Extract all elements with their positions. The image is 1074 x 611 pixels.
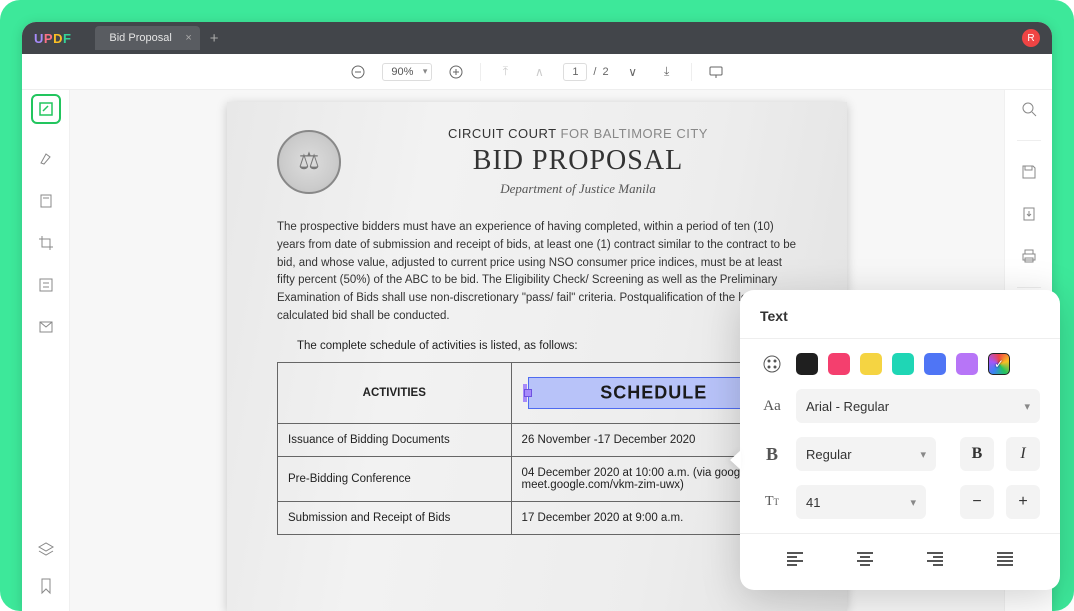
color-pink[interactable]: [828, 353, 850, 375]
align-left-button[interactable]: [760, 542, 830, 576]
close-tab-icon[interactable]: ×: [185, 32, 191, 44]
court-line: CIRCUIT COURT FOR BALTIMORE CITY: [359, 126, 797, 141]
font-size-input[interactable]: 41: [796, 485, 926, 519]
table-row: Issuance of Bidding Documents26 November…: [278, 423, 797, 456]
search-icon[interactable]: [1018, 98, 1040, 120]
font-weight-icon: B: [760, 444, 784, 465]
text-properties-panel: Text Aa Arial - Regular B Regular B I: [740, 290, 1060, 590]
panel-title: Text: [760, 308, 1040, 324]
zoom-in-button[interactable]: [446, 62, 466, 82]
align-center-button[interactable]: [830, 542, 900, 576]
highlight-tool-icon[interactable]: [35, 148, 57, 170]
app-logo: UPDF: [34, 31, 71, 46]
page-input[interactable]: 1: [563, 63, 587, 81]
add-tab-button[interactable]: +: [210, 30, 219, 47]
next-page-button[interactable]: ∨: [623, 62, 643, 82]
top-toolbar: 90% ⤒ ∧ 1 / 2 ∨ ⤓: [22, 54, 1052, 90]
save-icon[interactable]: [1018, 161, 1040, 183]
schedule-table: ACTIVITIES SCHEDULE: [277, 362, 797, 535]
color-purple[interactable]: [956, 353, 978, 375]
col-activities: ACTIVITIES: [278, 362, 512, 423]
color-multicolor[interactable]: [988, 353, 1010, 375]
font-family-icon: Aa: [760, 398, 784, 415]
font-size-icon: TT: [760, 494, 784, 510]
italic-button[interactable]: I: [1006, 437, 1040, 471]
seal-icon: ⚖: [277, 130, 341, 194]
document-tab[interactable]: Bid Proposal ×: [95, 26, 199, 50]
color-picker-icon[interactable]: [760, 354, 784, 374]
schedule-intro: The complete schedule of activities is l…: [297, 340, 797, 352]
left-rail: [22, 90, 70, 611]
increase-size-button[interactable]: +: [1006, 485, 1040, 519]
bookmark-icon[interactable]: [35, 575, 57, 597]
color-blue[interactable]: [924, 353, 946, 375]
form-tool-icon[interactable]: [35, 274, 57, 296]
page-tool-icon[interactable]: [35, 190, 57, 212]
zoom-select[interactable]: 90%: [382, 63, 432, 81]
last-page-button[interactable]: ⤓: [657, 62, 677, 82]
align-right-button[interactable]: [900, 542, 970, 576]
avatar[interactable]: R: [1022, 29, 1040, 47]
watermark-tool-icon[interactable]: [35, 316, 57, 338]
tab-bar: UPDF Bid Proposal × + R: [22, 22, 1052, 54]
export-icon[interactable]: [1018, 203, 1040, 225]
color-teal[interactable]: [892, 353, 914, 375]
crop-tool-icon[interactable]: [35, 232, 57, 254]
department-line: Department of Justice Manila: [359, 181, 797, 197]
bold-button[interactable]: B: [960, 437, 994, 471]
presentation-button[interactable]: [706, 62, 726, 82]
print-icon[interactable]: [1018, 245, 1040, 267]
tab-label: Bid Proposal: [109, 32, 171, 44]
decrease-size-button[interactable]: −: [960, 485, 994, 519]
page-indicator: 1 / 2: [563, 63, 608, 81]
align-justify-button[interactable]: [970, 542, 1040, 576]
zoom-out-button[interactable]: [348, 62, 368, 82]
table-row: Submission and Receipt of Bids17 Decembe…: [278, 501, 797, 534]
first-page-button[interactable]: ⤒: [495, 62, 515, 82]
layers-icon[interactable]: [35, 539, 57, 561]
font-family-select[interactable]: Arial - Regular: [796, 389, 1040, 423]
page-total: 2: [602, 66, 608, 78]
prev-page-button[interactable]: ∧: [529, 62, 549, 82]
body-paragraph: The prospective bidders must have an exp…: [277, 219, 797, 326]
color-yellow[interactable]: [860, 353, 882, 375]
font-weight-select[interactable]: Regular: [796, 437, 936, 471]
page-title: BID PROPOSAL: [359, 145, 797, 177]
edit-tool-button[interactable]: [31, 94, 61, 124]
table-row: Pre-Bidding Conference04 December 2020 a…: [278, 456, 797, 501]
color-black[interactable]: [796, 353, 818, 375]
